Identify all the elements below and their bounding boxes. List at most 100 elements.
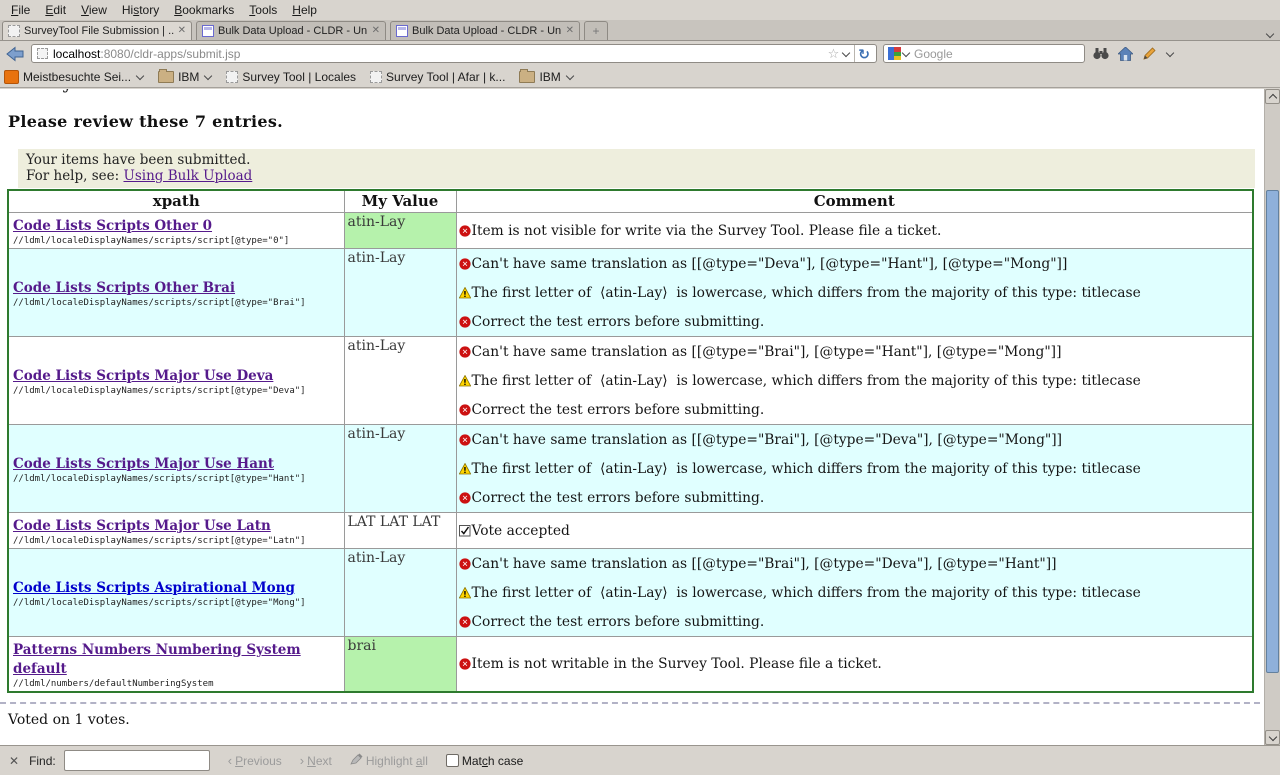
google-logo-icon: [888, 47, 901, 60]
menu-tools[interactable]: Tools: [242, 1, 285, 19]
table-header-row: xpath My Value Comment: [8, 190, 1253, 213]
using-bulk-upload-link[interactable]: Using Bulk Upload: [123, 168, 252, 184]
binoculars-icon[interactable]: [1093, 47, 1109, 60]
bookmark-item[interactable]: IBM: [158, 70, 212, 84]
comment-text: Item is not visible for write via the Su…: [472, 223, 942, 239]
vote-count-text: Voted on 1 votes.: [8, 712, 1264, 728]
error-icon: ✕: [459, 658, 471, 670]
comment-line: ✕Correct the test errors before submitti…: [459, 395, 1251, 424]
menu-bookmarks[interactable]: Bookmarks: [167, 1, 242, 19]
comment-text: Can't have same translation as [[@type="…: [472, 344, 1062, 360]
xpath-path: //ldml/localeDisplayNames/scripts/script…: [13, 474, 340, 484]
comment-line: ✕Item is not writable in the Survey Tool…: [459, 651, 1251, 677]
error-icon: ✕: [459, 258, 471, 270]
back-button[interactable]: [3, 43, 27, 65]
comment-cell: ✕Can't have same translation as [[@type=…: [456, 425, 1253, 513]
bookmark-item[interactable]: IBM: [519, 70, 573, 84]
menu-edit[interactable]: Edit: [38, 1, 74, 19]
url-dropdown-chevron-icon[interactable]: [842, 48, 850, 56]
reload-icon: ↻: [858, 47, 870, 61]
find-bar: ✕ Find: ‹Previous›NextHighlight allMatch…: [0, 745, 1280, 775]
my-value-cell: atin-Lay: [344, 337, 456, 425]
menu-view[interactable]: View: [74, 1, 115, 19]
tab-title: SurveyTool File Submission | ...: [24, 25, 174, 37]
find-input[interactable]: [64, 750, 210, 771]
comment-text: The first letter of ⟨atin-Lay⟩ is lowerc…: [472, 373, 1141, 389]
url-bar[interactable]: localhost:8080/cldr-apps/submit.jsp ☆ ↻: [31, 44, 877, 63]
tab-close-icon[interactable]: ✕: [178, 26, 186, 36]
tab-2[interactable]: Bulk Data Upload - CLDR - Un...✕: [196, 21, 386, 40]
edit-pencil-icon[interactable]: [1142, 47, 1156, 61]
find-next-button[interactable]: ›Next: [300, 754, 332, 768]
svg-text:!: !: [463, 590, 467, 599]
bookmark-label: IBM: [178, 70, 199, 84]
scroll-down-button[interactable]: [1265, 730, 1280, 745]
error-icon: ✕: [459, 316, 471, 328]
vertical-scrollbar[interactable]: [1264, 89, 1280, 745]
comment-cell: Vote accepted: [456, 513, 1253, 549]
my-value-cell: atin-Lay: [344, 549, 456, 637]
bookmark-item[interactable]: Survey Tool | Locales: [226, 70, 356, 84]
comment-line: !The first letter of ⟨atin-Lay⟩ is lower…: [459, 454, 1251, 483]
xpath-link[interactable]: Code Lists Scripts Other Brai: [13, 280, 235, 296]
search-engine-chevron-icon[interactable]: [902, 48, 910, 56]
find-previous-button[interactable]: ‹Previous: [228, 754, 282, 768]
find-close-icon[interactable]: ✕: [9, 754, 19, 768]
reload-button[interactable]: ↻: [854, 45, 873, 62]
tab-3[interactable]: Bulk Data Upload - CLDR - Un... ✕: [390, 21, 580, 40]
url-text: localhost:8080/cldr-apps/submit.jsp: [53, 47, 828, 61]
xpath-link[interactable]: Code Lists Scripts Other 0: [13, 218, 212, 234]
notice-line2: For help, see: Using Bulk Upload: [26, 168, 1247, 184]
column-header-xpath: xpath: [8, 190, 344, 213]
new-tab-button[interactable]: +: [584, 21, 608, 40]
comment-cell: ✕Can't have same translation as [[@type=…: [456, 549, 1253, 637]
scrollbar-thumb[interactable]: [1266, 190, 1279, 673]
xpath-cell: Code Lists Scripts Major Use Deva//ldml/…: [8, 337, 344, 425]
bookmark-item[interactable]: Meistbesuchte Sei...: [4, 70, 144, 84]
my-value-cell: atin-Lay: [344, 425, 456, 513]
xpath-cell: Code Lists Scripts Other 0//ldml/localeD…: [8, 213, 344, 249]
comment-text: The first letter of ⟨atin-Lay⟩ is lowerc…: [472, 585, 1141, 601]
home-icon[interactable]: [1118, 47, 1133, 61]
xpath-cell: Code Lists Scripts Major Use Latn //ldml/…: [8, 513, 344, 549]
comment-line: ✕Can't have same translation as [[@type=…: [459, 425, 1251, 454]
toolbar-overflow-chevron-icon[interactable]: [1166, 48, 1174, 56]
bookmark-star-icon[interactable]: ☆: [828, 47, 840, 60]
tab-1[interactable]: SurveyTool File Submission | ... ✕: [2, 21, 192, 40]
generic-page-icon: [8, 25, 20, 37]
bookmarks-toolbar: Meistbesuchte Sei... IBM Survey Tool | Loc…: [0, 66, 1280, 88]
menu-file[interactable]: File: [4, 1, 38, 19]
error-icon: ✕: [459, 616, 471, 628]
xpath-link[interactable]: Code Lists Scripts Aspirational Mong: [13, 580, 295, 596]
search-bar[interactable]: Google: [883, 44, 1085, 63]
scroll-up-button[interactable]: [1265, 89, 1280, 104]
comment-line: ! The first letter of ⟨atin-Lay⟩ is lower…: [459, 578, 1251, 607]
tab-title: Bulk Data Upload - CLDR - Un...: [412, 25, 562, 37]
xpath-link[interactable]: Code Lists Scripts Major Use Hant: [13, 456, 274, 472]
find-match-case-button[interactable]: Match case: [446, 754, 523, 768]
check-icon: [459, 525, 471, 537]
menu-help[interactable]: Help: [285, 1, 325, 19]
bookmark-item[interactable]: Survey Tool | Afar | k...: [370, 70, 505, 84]
xpath-cell: Code Lists Scripts Aspirational Mong//ld…: [8, 549, 344, 637]
comment-text: Correct the test errors before submittin…: [472, 314, 765, 330]
page-title: Please review these 7 entries.: [8, 112, 1264, 131]
comment-text: Correct the test errors before submittin…: [472, 490, 765, 506]
my-value-cell: atin-Lay: [344, 249, 456, 337]
window-icon: [396, 25, 408, 37]
svg-text:✕: ✕: [461, 226, 467, 235]
xpath-link[interactable]: Code Lists Scripts Major Use Latn: [13, 518, 271, 534]
tab-close-icon[interactable]: ✕: [372, 26, 380, 36]
tab-close-icon[interactable]: ✕: [566, 26, 574, 36]
dashed-separator: [0, 702, 1260, 704]
find-highlight-all-button[interactable]: Highlight all: [350, 753, 428, 768]
folder-icon: [519, 71, 535, 83]
xpath-path: //ldml/localeDisplayNames/scripts/script…: [13, 536, 340, 546]
menu-history[interactable]: History: [115, 1, 167, 19]
page-icon: [226, 71, 238, 83]
back-arrow-icon: [5, 45, 25, 63]
svg-text:!: !: [463, 466, 467, 475]
xpath-link[interactable]: Code Lists Scripts Major Use Deva: [13, 368, 273, 384]
match-case-checkbox[interactable]: [446, 754, 459, 767]
xpath-link[interactable]: Patterns Numbers Numbering System defaul…: [13, 642, 301, 677]
